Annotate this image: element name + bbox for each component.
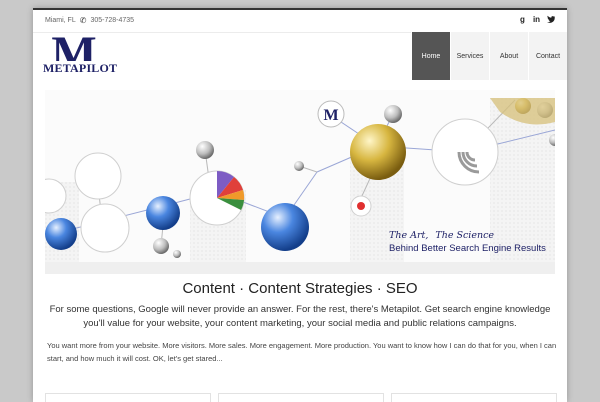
logo[interactable]: M METAPILOT xyxy=(43,27,118,84)
svg-text:The Art, The Science: The Art, The Science xyxy=(389,230,494,241)
location-text: Miami, FL xyxy=(45,17,76,24)
social-links: g in xyxy=(518,15,555,25)
lead-paragraph: For some questions, Google will never pr… xyxy=(49,304,551,329)
phone-text[interactable]: 305-728-4735 xyxy=(90,17,134,24)
google-icon[interactable]: g xyxy=(518,15,527,25)
badge-logo-letter: M xyxy=(323,107,338,124)
nav-item-about[interactable]: About xyxy=(489,32,528,80)
nav-item-home[interactable]: Home xyxy=(411,32,450,80)
page-heading: Content · Content Strategies · SEO xyxy=(182,280,418,297)
feature-card xyxy=(391,393,557,402)
logo-wordmark: METAPILOT xyxy=(43,61,118,76)
contact-info: Miami, FL ✆ 305-728-4735 xyxy=(45,16,134,25)
nav-item-services[interactable]: Services xyxy=(450,32,489,80)
hero-banner: M The Art, The Science Behind Better Sea… xyxy=(45,90,555,274)
linkedin-icon[interactable]: in xyxy=(532,15,541,25)
phone-icon: ✆ xyxy=(79,16,87,25)
feature-card xyxy=(45,393,211,402)
hero-illustration: M The Art, The Science Behind Better Sea… xyxy=(45,98,555,274)
feature-card xyxy=(218,393,384,402)
nav-item-contact[interactable]: Contact xyxy=(528,32,567,80)
intro-paragraph: You want more from your website. More vi… xyxy=(47,341,557,363)
main-nav: Home Services About Contact xyxy=(411,32,567,80)
tagline-main: Behind Better Search Engine Results xyxy=(389,243,546,254)
tagline-science: The Science xyxy=(435,230,494,241)
tagline-art: The Art, xyxy=(389,230,428,241)
twitter-icon[interactable] xyxy=(546,15,555,25)
page: Miami, FL ✆ 305-728-4735 g in M METAPILO… xyxy=(33,8,567,402)
top-bar: Miami, FL ✆ 305-728-4735 g in xyxy=(33,10,567,33)
